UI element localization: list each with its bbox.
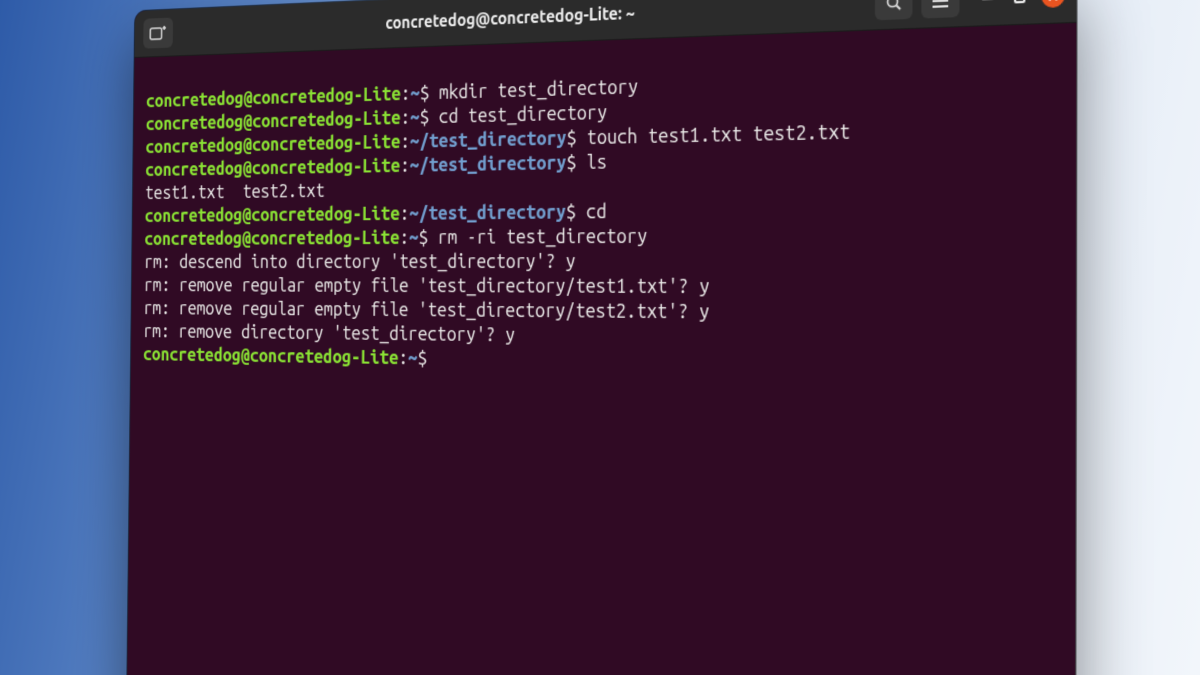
prompt-sigil: $: [418, 348, 428, 369]
terminal-line: concretedog@concretedog-Lite:~$: [143, 344, 427, 369]
output-line: rm: remove directory 'test_directory'? y: [143, 321, 515, 346]
prompt-userhost: concretedog@concretedog-Lite: [146, 107, 401, 134]
output-line: rm: descend into directory 'test_directo…: [144, 251, 576, 273]
prompt-userhost: concretedog@concretedog-Lite: [145, 131, 400, 157]
prompt-path: ~/test_directory: [410, 128, 567, 153]
maximize-button[interactable]: [1009, 0, 1030, 8]
new-tab-button[interactable]: [143, 18, 173, 49]
output-line: rm: remove regular empty file 'test_dire…: [144, 298, 710, 323]
prompt-userhost: concretedog@concretedog-Lite: [145, 155, 400, 180]
terminal-body[interactable]: concretedog@concretedog-Lite:~$ mkdir te…: [125, 23, 1076, 675]
hamburger-icon: [931, 0, 949, 9]
prompt-sigil: $: [420, 83, 430, 104]
command-text: ls: [576, 151, 607, 173]
prompt-sigil: $: [419, 227, 429, 248]
prompt-userhost: concretedog@concretedog-Lite: [145, 203, 400, 226]
terminal-line: concretedog@concretedog-Lite:~/test_dire…: [145, 201, 607, 226]
output-line: test1.txt test2.txt: [145, 181, 325, 204]
output-line: rm: remove regular empty file 'test_dire…: [144, 275, 710, 298]
command-text: touch test1.txt test2.txt: [577, 121, 851, 149]
terminal-line: concretedog@concretedog-Lite:~$ rm -ri t…: [144, 226, 647, 250]
terminal-window: concretedog@concretedog-Lite: ~: [125, 0, 1077, 675]
prompt-userhost: concretedog@concretedog-Lite: [146, 83, 401, 111]
prompt-sigil: $: [566, 127, 576, 149]
prompt-path: ~/test_directory: [409, 202, 566, 225]
command-text: cd test_directory: [429, 102, 607, 128]
command-text: rm -ri test_directory: [428, 226, 647, 249]
close-button[interactable]: [1042, 0, 1065, 8]
command-text: cd: [576, 201, 607, 223]
prompt-userhost: concretedog@concretedog-Lite: [143, 344, 399, 368]
new-tab-icon: [149, 25, 167, 42]
menu-button[interactable]: [921, 0, 959, 19]
command-text: mkdir test_directory: [429, 76, 638, 103]
minimize-button[interactable]: [977, 0, 998, 10]
prompt-sigil: $: [566, 152, 576, 174]
prompt-sigil: $: [566, 201, 576, 223]
prompt-userhost: concretedog@concretedog-Lite: [144, 227, 399, 249]
prompt-path: ~/test_directory: [410, 152, 567, 176]
search-button[interactable]: [875, 0, 913, 20]
prompt-sigil: $: [420, 107, 430, 128]
search-icon: [885, 0, 903, 12]
